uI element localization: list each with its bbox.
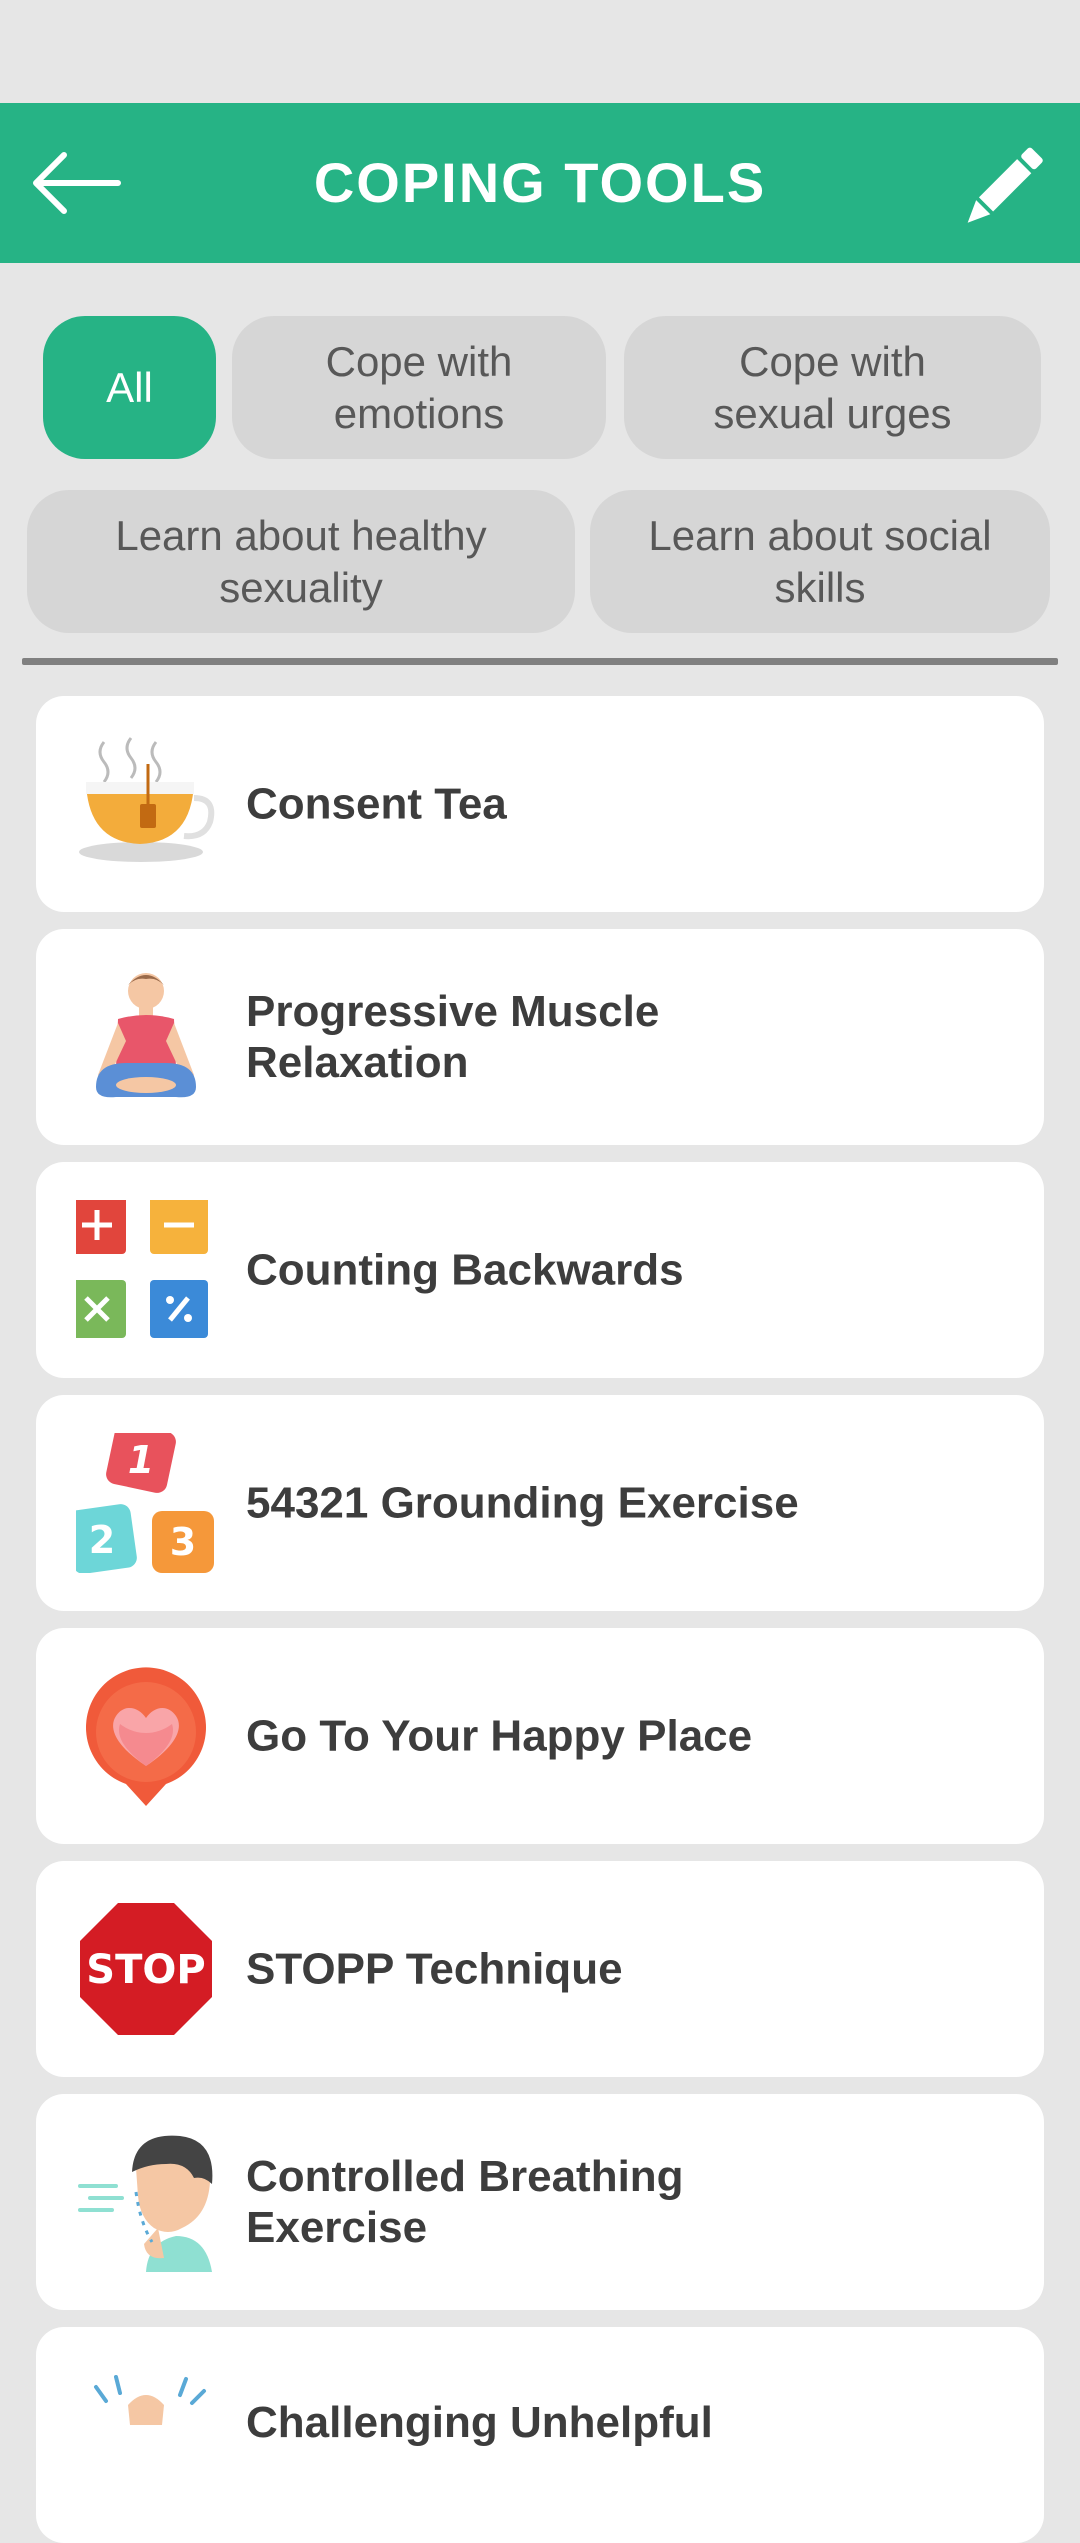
status-bar	[0, 0, 1080, 103]
stop-sign-text: STOP	[86, 1947, 205, 1993]
stop-sign-icon: STOP	[76, 1899, 216, 2039]
page-title: COPING TOOLS	[313, 151, 767, 214]
tool-card-title: Controlled Breathing Exercise	[246, 2152, 684, 2252]
filter-chip-cope-emotions[interactable]: Cope with emotions	[232, 316, 606, 459]
tea-cup-icon	[76, 734, 216, 874]
person-cheering-icon	[76, 2365, 216, 2505]
edit-button[interactable]	[958, 141, 1048, 231]
divider	[22, 658, 1058, 665]
tool-card-title: STOPP Technique	[246, 1944, 623, 1994]
filter-chip-label: Learn about social skills	[648, 511, 992, 611]
tool-card-title: Counting Backwards	[246, 1245, 684, 1295]
filter-chip-cope-urges[interactable]: Cope with sexual urges	[624, 316, 1041, 459]
tool-card-controlled-breathing[interactable]: Controlled Breathing Exercise	[36, 2094, 1044, 2310]
heart-location-pin-icon	[76, 1666, 216, 1806]
number-blocks-icon: 1 2 3	[67, 1423, 216, 1574]
tool-card-progressive-muscle-relaxation[interactable]: Progressive Muscle Relaxation	[36, 929, 1044, 1145]
filter-chip-label: All	[106, 363, 153, 411]
svg-text:3: 3	[170, 1520, 196, 1564]
filter-chip-all[interactable]: All	[43, 316, 216, 459]
filter-chip-label: Cope with emotions	[325, 337, 513, 437]
math-operations-icon	[68, 1196, 216, 1340]
filter-chip-social-skills[interactable]: Learn about social skills	[590, 490, 1050, 633]
tool-card-title: Challenging Unhelpful	[246, 2398, 713, 2447]
tool-card-counting-backwards[interactable]: Counting Backwards	[36, 1162, 1044, 1378]
tool-card-stopp-technique[interactable]: STOP STOPP Technique	[36, 1861, 1044, 2077]
meditation-person-icon	[76, 967, 216, 1107]
tool-card-title: 54321 Grounding Exercise	[246, 1478, 799, 1528]
pencil-icon	[967, 147, 1043, 223]
tool-card-54321-grounding[interactable]: 1 2 3 54321 Grounding Exercise	[36, 1395, 1044, 1611]
svg-text:2: 2	[89, 1518, 115, 1562]
tool-card-title: Consent Tea	[246, 779, 507, 829]
filter-chip-healthy-sexuality[interactable]: Learn about healthy sexuality	[27, 490, 575, 633]
filter-chip-label: Cope with sexual urges	[713, 337, 952, 437]
breathing-person-icon	[76, 2132, 216, 2272]
app-header: COPING TOOLS	[0, 103, 1080, 263]
tool-card-happy-place[interactable]: Go To Your Happy Place	[36, 1628, 1044, 1844]
tool-card-consent-tea[interactable]: Consent Tea	[36, 696, 1044, 912]
filter-chip-label: Learn about healthy sexuality	[115, 511, 487, 611]
tool-card-title: Progressive Muscle Relaxation	[246, 987, 660, 1087]
tool-card-title: Go To Your Happy Place	[246, 1711, 753, 1761]
svg-text:1: 1	[128, 1438, 154, 1482]
tool-card-challenging-unhelpful[interactable]: Challenging Unhelpful	[36, 2327, 1044, 2543]
